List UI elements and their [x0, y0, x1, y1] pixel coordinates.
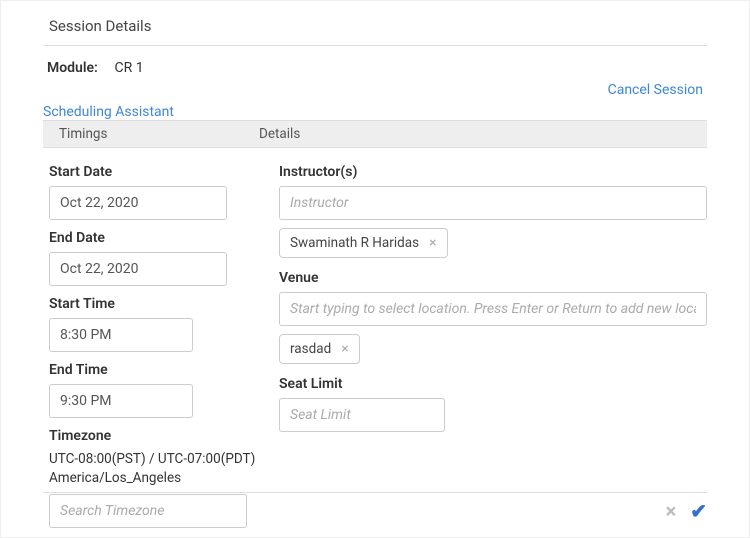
instructor-chip-label: Swaminath R Haridas [290, 235, 419, 251]
footer-confirm-icon[interactable]: ✔ [690, 501, 707, 521]
start-date-input[interactable] [49, 186, 227, 220]
end-date-label: End Date [49, 230, 257, 246]
module-value: CR 1 [114, 60, 143, 76]
instructors-label: Instructor(s) [279, 164, 707, 180]
instructor-chip: Swaminath R Haridas × [279, 228, 448, 258]
module-row: Module: CR 1 [43, 60, 707, 76]
cancel-session-link[interactable]: Cancel Session [608, 82, 703, 98]
timezone-label: Timezone [49, 428, 257, 444]
venue-chip-label: rasdad [290, 341, 331, 357]
instructor-chip-remove-icon[interactable]: × [429, 236, 436, 250]
tab-timings[interactable]: Timings [43, 121, 243, 147]
tab-details[interactable]: Details [243, 121, 316, 147]
venue-label: Venue [279, 270, 707, 286]
start-time-input[interactable] [49, 318, 193, 352]
tabs-bar: Timings Details [43, 120, 707, 148]
instructor-input[interactable] [279, 186, 707, 220]
page-title: Session Details [43, 15, 707, 46]
seat-limit-input[interactable] [279, 398, 445, 432]
venue-chip-remove-icon[interactable]: × [341, 342, 348, 356]
venue-input[interactable] [279, 292, 707, 326]
start-time-label: Start Time [49, 296, 257, 312]
footer-bar: × ✔ [43, 492, 707, 521]
venue-chip: rasdad × [279, 334, 360, 364]
scheduling-assistant-link[interactable]: Scheduling Assistant [43, 104, 174, 120]
footer-cancel-icon[interactable]: × [666, 501, 677, 521]
timezone-text: UTC-08:00(PST) / UTC-07:00(PDT) America/… [49, 450, 257, 488]
end-time-label: End Time [49, 362, 257, 378]
end-time-input[interactable] [49, 384, 193, 418]
module-label: Module: [47, 60, 111, 76]
start-date-label: Start Date [49, 164, 257, 180]
seat-limit-label: Seat Limit [279, 376, 707, 392]
end-date-input[interactable] [49, 252, 227, 286]
